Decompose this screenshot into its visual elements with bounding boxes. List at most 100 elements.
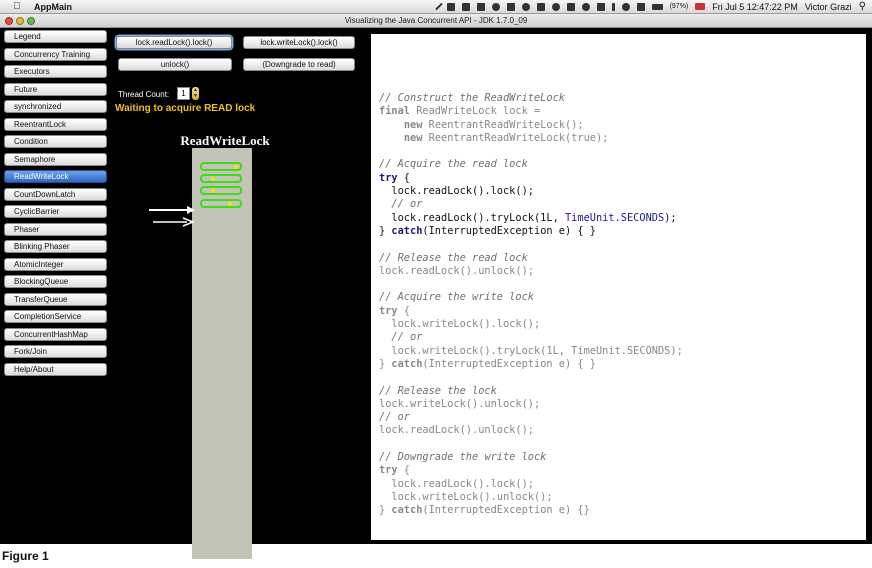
flag-us-icon[interactable] xyxy=(695,3,706,10)
sidebar-item-condition[interactable]: Condition xyxy=(4,135,107,148)
lock-visual-title: ReadWriteLock xyxy=(180,133,270,148)
sidebar-item-blockingqueue[interactable]: BlockingQueue xyxy=(4,275,107,288)
camera-tray-icon[interactable] xyxy=(461,2,470,11)
sidebar-item-future[interactable]: Future xyxy=(4,82,107,96)
sidebar-item-phaser[interactable]: Phaser xyxy=(4,222,107,236)
sidebar-item-executors[interactable]: Executors xyxy=(4,65,107,78)
reader-thread-dot xyxy=(228,202,232,206)
code-line: try { xyxy=(379,305,683,318)
code-token: try xyxy=(379,304,398,317)
code-token: ReadWriteLock lock = xyxy=(410,105,541,118)
code-line: lock.readLock().tryLock(1L, TimeUnit.SEC… xyxy=(379,212,683,225)
sync-tray-icon[interactable] xyxy=(491,2,500,11)
bluetooth-icon[interactable] xyxy=(611,2,615,11)
reader-thread-dot xyxy=(234,165,238,169)
code-token: new xyxy=(403,131,423,144)
sidebar-item-semaphore[interactable]: Semaphore xyxy=(4,152,107,166)
flag-tray-icon[interactable] xyxy=(566,2,575,11)
downgrade-button[interactable]: (Downgrade to read) xyxy=(243,58,355,71)
code-token: lock.writeLock().unlock(); xyxy=(379,490,553,503)
sidebar-item-legend[interactable]: Legend xyxy=(4,30,107,43)
search-icon[interactable]: ⚲ xyxy=(859,1,866,12)
reader-thread xyxy=(200,199,242,208)
waiting-thread-arrow xyxy=(149,206,195,214)
code-token: (InterruptedException e) {} xyxy=(422,504,590,517)
reader-thread-dot xyxy=(211,189,215,193)
sidebar-item-cyclicbarrier[interactable]: CyclicBarrier xyxy=(4,205,107,218)
code-token: lock.writeLock().unlock(); xyxy=(379,397,541,410)
code-token: ReentrantReadWriteLock(true); xyxy=(422,131,609,144)
code-token: // or xyxy=(379,198,423,211)
display-tray-icon[interactable] xyxy=(596,2,605,11)
code-token: lock.readLock().unlock(); xyxy=(379,424,534,437)
wifi-icon[interactable] xyxy=(621,2,630,11)
sidebar-item-countdownlatch[interactable]: CountDownLatch xyxy=(4,187,107,201)
sidebar-item-concurrency-training[interactable]: Concurrency Training xyxy=(4,47,107,61)
figure-caption: Figure 1 xyxy=(2,549,49,563)
thread-count-input[interactable]: 1 xyxy=(177,87,190,100)
code-token: lock.writeLock().lock(); xyxy=(379,318,541,331)
sidebar-item-synchronized[interactable]: synchronized xyxy=(4,100,107,113)
code-line: // Downgrade the write lock xyxy=(379,451,683,464)
waiting-thread-arrow xyxy=(153,217,195,227)
reader-thread-dot xyxy=(211,177,215,181)
menubar-tray: (97%) Fri Jul 5 12:47:22 PM Victor Grazi… xyxy=(434,1,872,12)
app-tray-icon[interactable] xyxy=(446,2,455,11)
code-token: } xyxy=(379,224,392,237)
pen-tray-icon[interactable] xyxy=(434,2,443,11)
sidebar-item-atomicinteger[interactable]: AtomicInteger xyxy=(4,257,107,271)
sidebar-item-completionservice[interactable]: CompletionService xyxy=(4,310,107,323)
code-line: new ReentrantReadWriteLock(); xyxy=(379,119,683,132)
code-token: catch xyxy=(391,357,423,370)
menubar-clock[interactable]: Fri Jul 5 12:47:22 PM xyxy=(712,2,798,12)
code-line: } catch(InterruptedException e) {} xyxy=(379,504,683,517)
link-tray-icon[interactable] xyxy=(551,2,560,11)
time-machine-icon[interactable] xyxy=(581,2,590,11)
read-lock-button[interactable]: lock.readLock().lock() xyxy=(116,36,232,49)
status-message: Waiting to acquire READ lock xyxy=(115,103,256,114)
sidebar-item-reentrantlock[interactable]: ReentrantLock xyxy=(4,117,107,131)
sidebar-item-fork-join[interactable]: Fork/Join xyxy=(4,345,107,358)
code-line: try { xyxy=(379,172,683,185)
clipboard-tray-icon[interactable] xyxy=(521,2,530,11)
volume-icon[interactable] xyxy=(636,2,645,11)
code-token: try xyxy=(379,171,398,184)
sidebar-item-readwritelock[interactable]: ReadWriteLock xyxy=(4,170,107,183)
code-token: lock.readLock().unlock(); xyxy=(379,264,534,277)
code-line: lock.writeLock().unlock(); xyxy=(379,491,683,504)
sidebar-item-blinking-phaser[interactable]: Blinking Phaser xyxy=(4,240,107,253)
code-line: // or xyxy=(379,411,683,424)
sidebar-item-concurrenthashmap[interactable]: ConcurrentHashMap xyxy=(4,327,107,341)
sidebar-item-transferqueue[interactable]: TransferQueue xyxy=(4,292,107,306)
battery-icon[interactable] xyxy=(651,3,663,10)
code-token: catch xyxy=(391,504,423,517)
thread-count-stepper[interactable]: ▲ ▼ xyxy=(192,87,199,100)
app-menu-name[interactable]: AppMain xyxy=(34,2,72,12)
code-token: (InterruptedException e) { } xyxy=(422,224,596,237)
code-token: // Release the read lock xyxy=(379,251,528,264)
grid-tray-icon[interactable] xyxy=(536,2,545,11)
code-line: lock.writeLock().lock(); xyxy=(379,318,683,331)
battery-percent: (97%) xyxy=(669,3,689,10)
unlock-button[interactable]: unlock() xyxy=(118,58,232,71)
code-line: lock.writeLock().tryLock(1L, TimeUnit.SE… xyxy=(379,345,682,358)
dropbox-tray-icon[interactable] xyxy=(476,2,485,11)
code-line: // Construct the ReadWriteLock xyxy=(379,92,683,105)
apple-menu-icon[interactable]:  xyxy=(8,1,26,12)
code-token: new xyxy=(403,118,423,131)
code-line: // or xyxy=(379,198,683,211)
code-line: // Acquire the read lock xyxy=(379,158,683,171)
code-line: // Release the read lock xyxy=(379,252,683,265)
code-token: // Acquire the write lock xyxy=(379,291,534,304)
reader-thread xyxy=(200,162,242,171)
sidebar-item-help-about[interactable]: Help/About xyxy=(4,362,107,376)
code-line: lock.readLock().lock(); xyxy=(379,185,683,198)
gmail-tray-icon[interactable] xyxy=(506,2,515,11)
code-line: final ReadWriteLock lock = xyxy=(379,105,683,118)
write-lock-button[interactable]: lock.writeLock().lock() xyxy=(243,36,355,49)
menubar-user[interactable]: Victor Grazi xyxy=(805,2,852,12)
